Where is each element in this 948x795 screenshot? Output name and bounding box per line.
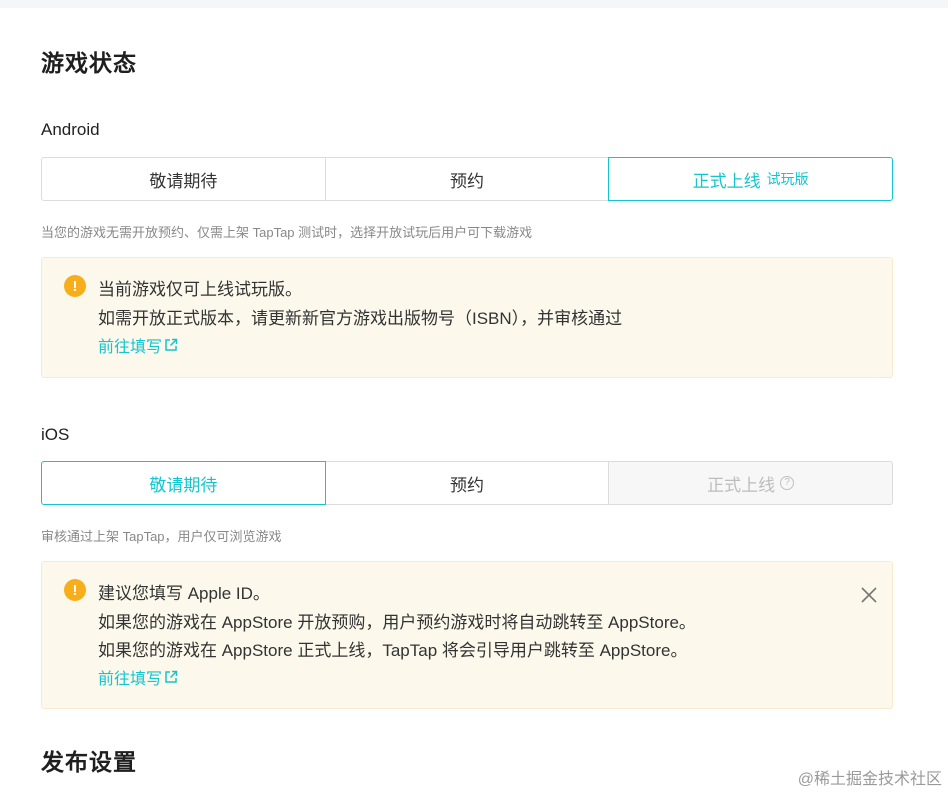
ios-option-launch: 正式上线 ? — [608, 461, 894, 505]
alert-line: 如果您的游戏在 AppStore 开放预购，用户预约游戏时将自动跳转至 AppS… — [98, 613, 696, 632]
android-option-reservation[interactable]: 预约 — [324, 157, 610, 201]
question-circle-icon[interactable]: ? — [780, 476, 795, 490]
top-strip — [0, 0, 948, 8]
ios-alert: ! 建议您填写 Apple ID。 如果您的游戏在 AppStore 开放预购，… — [41, 561, 893, 709]
alert-line: 建议您填写 Apple ID。 — [98, 584, 270, 603]
android-alert: ! 当前游戏仅可上线试玩版。 如需开放正式版本，请更新新官方游戏出版物号（ISB… — [41, 257, 893, 378]
link-label: 前往填写 — [98, 671, 163, 688]
trial-version-tag: 试玩版 — [766, 171, 809, 187]
exclamation-circle-icon: ! — [64, 275, 86, 297]
option-label: 正式上线 — [692, 171, 761, 191]
ios-fill-link[interactable]: 前往填写 — [98, 665, 178, 689]
release-settings-title: 发布设置 — [41, 749, 137, 775]
exclamation-circle-icon: ! — [64, 579, 86, 601]
close-icon[interactable] — [860, 586, 878, 604]
ios-status-selector: 敬请期待 预约 正式上线 ? — [41, 461, 894, 505]
ios-option-reservation[interactable]: 预约 — [324, 461, 610, 505]
android-hint: 当您的游戏无需开放预约、仅需上架 TapTap 测试时，选择开放试玩后用户可下载… — [41, 225, 533, 240]
android-option-coming-soon[interactable]: 敬请期待 — [41, 157, 326, 201]
external-link-icon — [165, 338, 178, 351]
alert-line: 如需开放正式版本，请更新新官方游戏出版物号（ISBN），并审核通过 — [98, 309, 623, 328]
external-link-icon — [165, 670, 178, 683]
option-label: 敬请期待 — [149, 171, 218, 191]
android-option-launch[interactable]: 正式上线 试玩版 — [608, 157, 894, 201]
ios-label: iOS — [41, 425, 70, 444]
link-label: 前往填写 — [98, 339, 163, 356]
android-label: Android — [41, 120, 100, 139]
alert-line: 当前游戏仅可上线试玩版。 — [98, 280, 302, 299]
option-label: 敬请期待 — [149, 475, 218, 495]
option-label: 预约 — [450, 475, 484, 495]
android-fill-link[interactable]: 前往填写 — [98, 333, 178, 357]
option-label: 预约 — [450, 171, 484, 191]
ios-hint: 审核通过上架 TapTap，用户仅可浏览游戏 — [41, 529, 282, 544]
alert-line: 如果您的游戏在 AppStore 正式上线，TapTap 将会引导用户跳转至 A… — [98, 641, 688, 660]
watermark: @稀土掘金技术社区 — [797, 771, 942, 788]
page-title: 游戏状态 — [41, 50, 137, 76]
android-status-selector: 敬请期待 预约 正式上线 试玩版 — [41, 157, 894, 201]
ios-option-coming-soon[interactable]: 敬请期待 — [41, 461, 326, 505]
option-label: 正式上线 — [707, 475, 776, 495]
